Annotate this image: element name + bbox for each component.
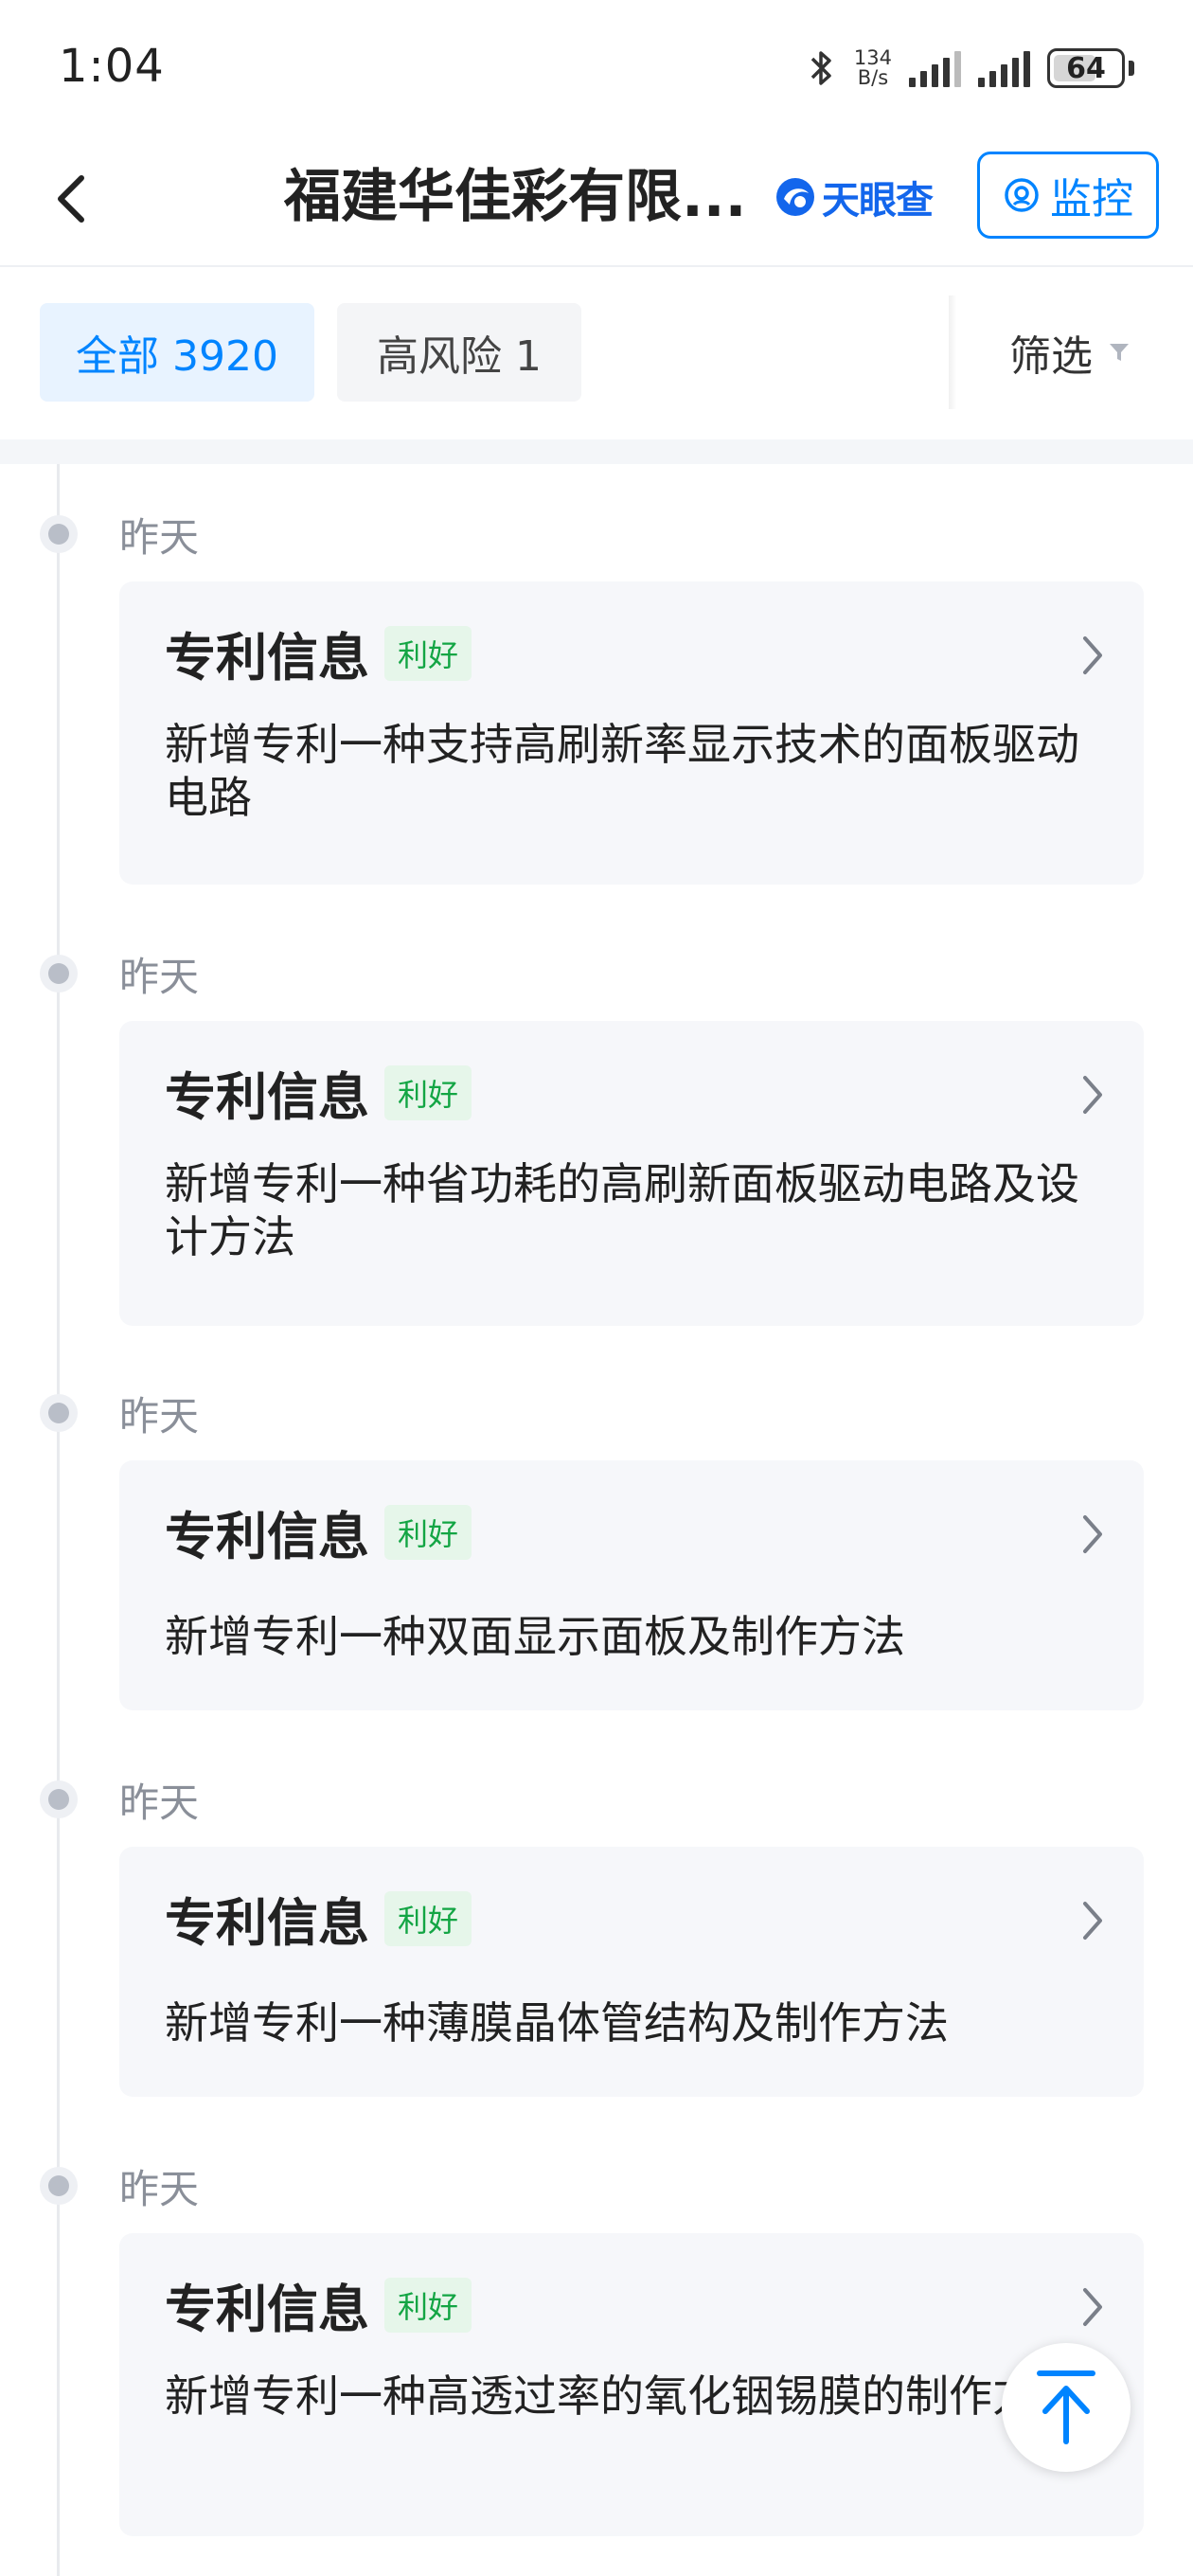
page-header: 福建华佳彩有限... 天眼查 监控 xyxy=(0,133,1193,267)
card-title: 专利信息 xyxy=(165,1507,369,1566)
card-title: 专利信息 xyxy=(165,628,369,688)
status-bar: 1:04 134 B/s 64 xyxy=(0,0,1193,133)
network-speed-value: 134 xyxy=(853,46,892,69)
back-button[interactable] xyxy=(34,161,110,237)
entry-date: 昨天 xyxy=(119,2166,200,2212)
battery-level: 64 xyxy=(1066,51,1106,85)
chevron-right-icon xyxy=(1083,1902,1102,1940)
filter-divider xyxy=(949,295,956,409)
timeline-line xyxy=(57,464,60,2576)
card-title: 专利信息 xyxy=(165,2280,369,2339)
entry-date: 昨天 xyxy=(119,514,200,561)
back-to-top-button[interactable] xyxy=(1002,2343,1131,2472)
timeline-dot xyxy=(40,2167,78,2205)
brand-name: 天眼查 xyxy=(822,179,934,223)
card-badge: 利好 xyxy=(384,1064,472,1120)
monitor-button[interactable]: 监控 xyxy=(977,152,1159,239)
status-time: 1:04 xyxy=(59,40,165,93)
card-body: 新增专利一种双面显示面板及制作方法 xyxy=(165,1611,905,1662)
event-card[interactable]: 专利信息 利好 新增专利一种双面显示面板及制作方法 xyxy=(119,1460,1144,1710)
chevron-right-icon xyxy=(1083,636,1102,674)
card-body: 新增专利一种支持高刷新率显示技术的面板驱动电路 xyxy=(165,719,1079,823)
chevron-right-icon xyxy=(1083,1515,1102,1553)
bluetooth-icon xyxy=(810,51,831,85)
card-badge: 利好 xyxy=(384,1504,472,1560)
event-card[interactable]: 专利信息 利好 新增专利一种省功耗的高刷新面板驱动电路及设计方法 xyxy=(119,1021,1144,1326)
card-badge: 利好 xyxy=(384,625,472,681)
event-card[interactable]: 专利信息 利好 新增专利一种支持高刷新率显示技术的面板驱动电路 xyxy=(119,581,1144,885)
card-badge: 利好 xyxy=(384,2277,472,2333)
timeline-dot xyxy=(40,1780,78,1818)
event-card[interactable]: 专利信息 利好 新增专利一种薄膜晶体管结构及制作方法 xyxy=(119,1847,1144,2097)
section-gap xyxy=(0,439,1193,464)
status-icons: 134 B/s 64 xyxy=(805,42,1134,95)
entry-date: 昨天 xyxy=(119,1393,200,1440)
network-speed: 134 B/s xyxy=(854,48,892,88)
tianyancha-logo-icon xyxy=(776,178,814,216)
chevron-right-icon xyxy=(1083,2288,1102,2326)
timeline-dot xyxy=(40,955,78,993)
funnel-icon xyxy=(1110,344,1129,361)
battery-icon: 64 xyxy=(1047,48,1125,88)
arrow-up-icon xyxy=(1037,2370,1095,2444)
signal-sim2-icon xyxy=(978,49,1030,87)
chevron-right-icon xyxy=(1083,1076,1102,1114)
monitor-label: 监控 xyxy=(1050,175,1133,224)
entry-date: 昨天 xyxy=(119,954,200,1000)
card-title: 专利信息 xyxy=(165,1893,369,1953)
monitor-icon xyxy=(1005,178,1039,212)
entry-date: 昨天 xyxy=(119,1780,200,1826)
card-badge: 利好 xyxy=(384,1890,472,1946)
signal-sim1-icon xyxy=(909,49,961,87)
timeline-dot xyxy=(40,515,78,553)
timeline-dot xyxy=(40,1394,78,1432)
page-title: 福建华佳彩有限... xyxy=(284,164,747,230)
filter-bar: 全部 3920 高风险 1 筛选 xyxy=(0,269,1193,439)
event-card[interactable]: 专利信息 利好 新增专利一种高透过率的氧化铟锡膜的制作方法 xyxy=(119,2233,1144,2536)
brand-logo: 天眼查 xyxy=(775,172,934,223)
card-body: 新增专利一种高透过率的氧化铟锡膜的制作方法 xyxy=(165,2370,1079,2422)
filter-button[interactable]: 筛选 xyxy=(1009,303,1131,402)
card-body: 新增专利一种省功耗的高刷新面板驱动电路及设计方法 xyxy=(165,1158,1079,1262)
network-speed-unit: B/s xyxy=(857,66,889,89)
tab-high-risk[interactable]: 高风险 1 xyxy=(337,303,581,402)
timeline: 昨天 专利信息 利好 新增专利一种支持高刷新率显示技术的面板驱动电路 昨天 专利… xyxy=(0,464,1193,2576)
filter-label: 筛选 xyxy=(1009,332,1093,381)
card-title: 专利信息 xyxy=(165,1067,369,1127)
chevron-left-icon xyxy=(58,175,84,223)
tab-all[interactable]: 全部 3920 xyxy=(40,303,314,402)
card-body: 新增专利一种薄膜晶体管结构及制作方法 xyxy=(165,1997,949,2048)
